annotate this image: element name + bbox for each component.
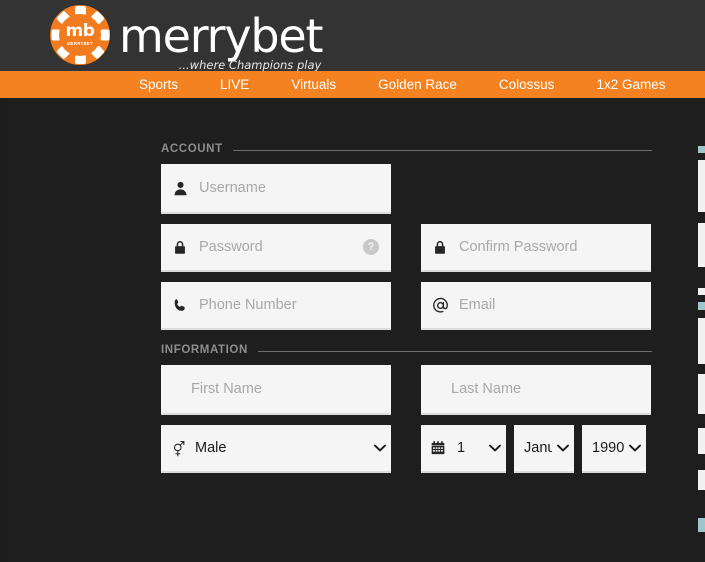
row-gender-dob: Male 1 Jan 1990 (161, 425, 652, 473)
birth-day-select[interactable]: 1 (421, 425, 506, 473)
gender-selected-value: Male (195, 440, 227, 456)
user-icon (161, 180, 199, 197)
gender-select[interactable]: Male (161, 425, 391, 473)
birth-day-selected-value: 1 (457, 440, 466, 456)
password-help-icon[interactable]: ? (363, 239, 379, 255)
nav-item-sports[interactable]: Sports (118, 71, 199, 98)
chevron-down-icon (624, 444, 646, 452)
username-field[interactable]: Username (161, 164, 391, 214)
brand-text: merrybet ...where Champions play (119, 8, 323, 72)
logo-mark-text: mb (65, 21, 95, 42)
nav-item-colossus[interactable]: Colossus (478, 71, 576, 98)
birth-year-select[interactable]: 1990 (582, 425, 646, 473)
merrybet-chip-logo-icon: mb MERRYBET (50, 4, 110, 65)
chevron-down-icon (552, 444, 574, 452)
at-icon (421, 296, 459, 315)
site-wordmark: merrybet (119, 8, 323, 63)
password-field[interactable]: Password ? (161, 224, 391, 272)
site-header: mb MERRYBET merrybet ...where Champions … (0, 0, 705, 71)
column-gap (391, 282, 421, 330)
section-divider (257, 351, 652, 352)
section-header-information: INFORMATION (161, 344, 652, 356)
first-name-placeholder: First Name (191, 381, 262, 397)
brand-logo[interactable]: mb MERRYBET merrybet ...where Champions … (50, 0, 323, 72)
row-contact: Phone Number Email (161, 282, 652, 330)
last-name-placeholder: Last Name (451, 381, 522, 397)
logo-sub-text: MERRYBET (67, 40, 93, 46)
gender-icon (161, 439, 195, 458)
first-name-field[interactable]: First Name (161, 365, 391, 415)
left-gutter (0, 98, 7, 562)
page-content: ACCOUNT Username Password ? Confirm Pass… (0, 98, 705, 562)
calendar-icon (421, 440, 455, 456)
nav-item-1x2-games[interactable]: 1x2 Games (575, 71, 686, 98)
username-placeholder: Username (199, 180, 266, 196)
phone-number-placeholder: Phone Number (199, 297, 297, 313)
lock-icon (421, 239, 459, 256)
right-clipped-panel (698, 98, 705, 562)
birth-year-selected-value: 1990 (592, 440, 624, 456)
birth-month-selected-value: Janua (524, 440, 552, 456)
column-gap (391, 224, 421, 272)
confirm-password-field[interactable]: Confirm Password (421, 224, 651, 272)
confirm-password-placeholder: Confirm Password (459, 239, 578, 255)
section-title-account: ACCOUNT (161, 143, 223, 155)
lock-icon (161, 239, 199, 256)
row-passwords: Password ? Confirm Password (161, 224, 652, 272)
last-name-field[interactable]: Last Name (421, 365, 651, 415)
registration-page: mb MERRYBET merrybet ...where Champions … (0, 0, 705, 562)
column-gap (391, 425, 421, 473)
column-gap (391, 365, 421, 415)
birth-month-select[interactable]: Janua (514, 425, 574, 473)
row-names: First Name Last Name (161, 365, 652, 415)
row-username: Username (161, 164, 652, 214)
registration-form: ACCOUNT Username Password ? Confirm Pass… (161, 143, 652, 483)
phone-icon (161, 297, 199, 314)
main-navigation: Sports LIVE Virtuals Golden Race Colossu… (0, 71, 705, 98)
nav-item-golden-race[interactable]: Golden Race (357, 71, 478, 98)
chevron-down-icon (484, 444, 506, 452)
site-tagline: ...where Champions play (178, 57, 322, 72)
email-field[interactable]: Email (421, 282, 651, 330)
nav-item-virtuals[interactable]: Virtuals (270, 71, 357, 98)
section-divider (232, 150, 652, 151)
nav-item-odds-boost[interactable]: Odds B (686, 71, 705, 98)
nav-item-live[interactable]: LIVE (199, 71, 270, 98)
email-placeholder: Email (459, 297, 496, 313)
chevron-down-icon (369, 444, 391, 452)
phone-number-field[interactable]: Phone Number (161, 282, 391, 330)
section-header-account: ACCOUNT (161, 143, 652, 155)
section-title-information: INFORMATION (161, 344, 248, 356)
